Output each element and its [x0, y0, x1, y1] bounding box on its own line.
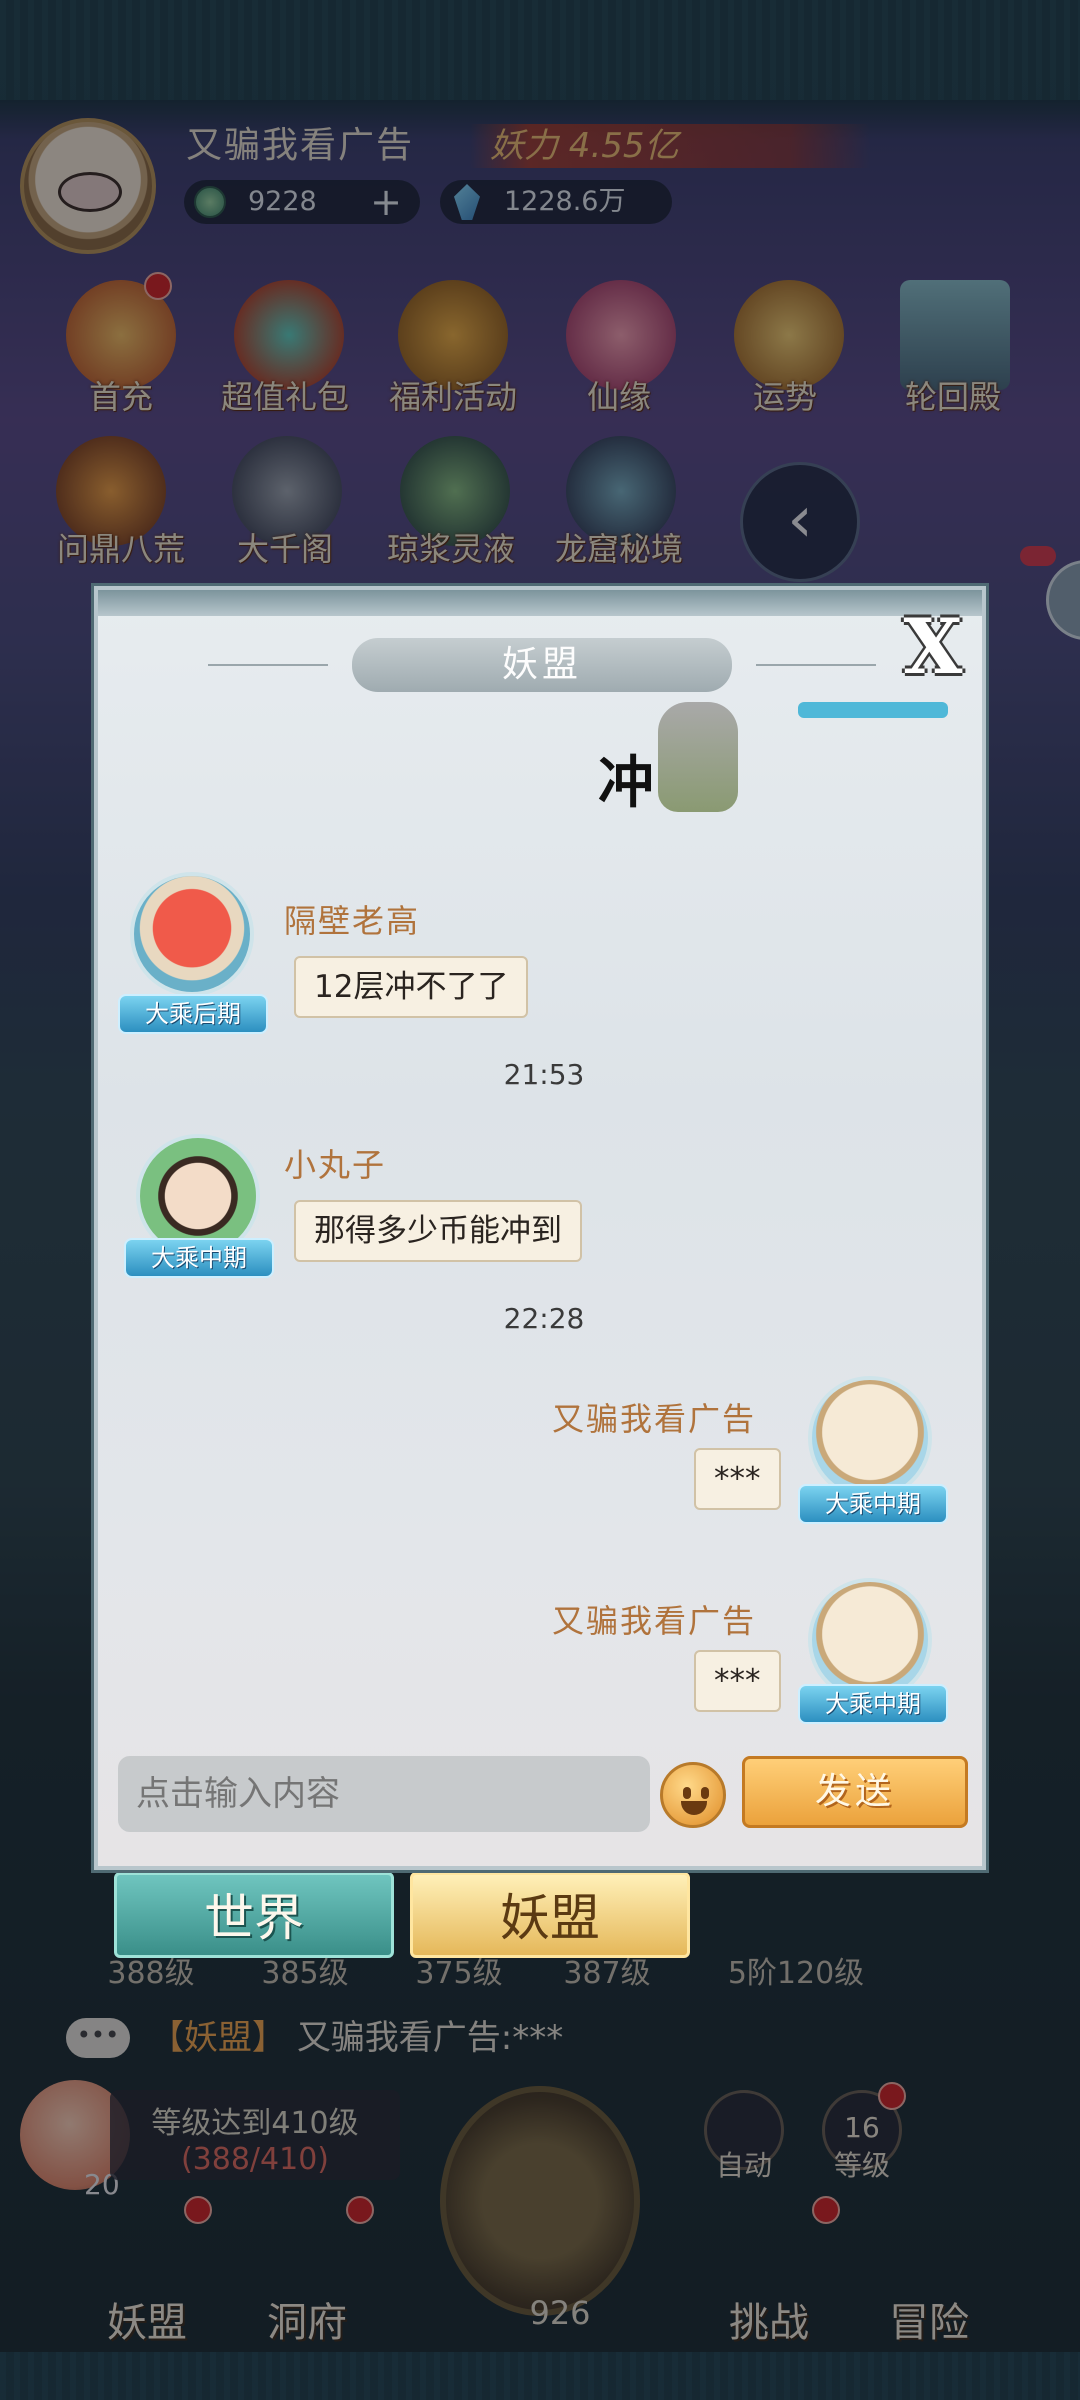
coin-balance[interactable]: 9228 +	[184, 180, 420, 224]
menu-pavilion[interactable]: 大千阁	[200, 524, 370, 570]
menu-elixir[interactable]: 琼浆灵液	[366, 524, 536, 570]
gem-amount: 1228.6万	[504, 186, 626, 217]
chat-preview-bar[interactable]: ••• 【妖盟】 又骗我看广告:***	[60, 2010, 1020, 2066]
timestamp: 22:28	[503, 1302, 585, 1335]
menu-value-gift[interactable]: 超值礼包	[200, 372, 370, 418]
tab-alliance[interactable]: 妖盟	[410, 1872, 690, 1958]
message-bubble: ***	[694, 1650, 781, 1712]
level-label: 等级	[833, 2149, 890, 2182]
menu-contest[interactable]: 问鼎八荒	[36, 524, 206, 570]
rank-badge: 大乘中期	[798, 1484, 948, 1524]
chat-input[interactable]	[118, 1756, 650, 1832]
avatar[interactable]	[808, 1376, 932, 1500]
notification-dot	[184, 2196, 212, 2224]
tab-world[interactable]: 世界	[114, 1872, 394, 1958]
nav-cave-residence[interactable]: 洞府	[232, 2290, 382, 2348]
axe-button[interactable]	[440, 2086, 640, 2316]
add-coin-icon[interactable]: +	[370, 180, 402, 224]
close-button[interactable]: X	[898, 609, 968, 685]
level-goal-panel: 等级达到410级 (388/410)	[110, 2090, 400, 2180]
sticker-rank-badge	[798, 702, 948, 718]
level-goal-text: 等级达到410级	[151, 2106, 359, 2141]
axe-count: 926	[529, 2294, 591, 2332]
pig-face-icon	[58, 172, 122, 212]
dialog-title: 妖盟	[352, 638, 732, 692]
rank-badge: 大乘中期	[124, 1238, 274, 1278]
message-bubble: 12层冲不了了	[294, 956, 529, 1018]
emoji-button[interactable]	[660, 1762, 726, 1828]
notification-dot	[144, 272, 172, 300]
sticker-figure-icon	[658, 702, 738, 812]
nav-adventure[interactable]: 冒险	[854, 2290, 1004, 2348]
collapse-menu-button[interactable]: ‹	[740, 462, 860, 582]
chat-preview-tag: 【妖盟】	[150, 2018, 286, 2058]
sender-name: 小丸子	[284, 1146, 387, 1184]
dialog-header-bar	[98, 590, 982, 616]
emoji-icon	[683, 1787, 691, 1799]
coin-icon	[194, 186, 226, 218]
send-button[interactable]: 发送	[742, 1756, 968, 1828]
menu-fortune[interactable]: 运势	[700, 372, 870, 418]
level-goal-progress: (388/410)	[180, 2142, 330, 2177]
menu-dragon-cave[interactable]: 龙窟秘境	[534, 524, 704, 570]
menu-fate[interactable]: 仙缘	[534, 372, 704, 418]
power-banner: 妖力 4.55亿	[470, 124, 870, 168]
bottom-decor-strip	[0, 2352, 1080, 2400]
sticker-text: 冲	[598, 750, 654, 816]
nav-challenge[interactable]: 挑战	[694, 2290, 844, 2348]
title-divider	[756, 664, 876, 666]
notification-dot	[346, 2196, 374, 2224]
emoji-icon	[681, 1801, 707, 1815]
sender-name: 又骗我看广告	[552, 1602, 757, 1640]
gem-icon	[454, 184, 480, 220]
sender-name: 隔壁老高	[284, 902, 421, 940]
nav-alliance[interactable]: 妖盟	[72, 2290, 222, 2348]
gem-balance[interactable]: 1228.6万	[440, 180, 672, 224]
side-notification-dot	[1020, 546, 1056, 566]
rank-badge: 大乘中期	[798, 1684, 948, 1724]
top-decor-strip	[0, 0, 1080, 100]
timestamp: 21:53	[503, 1058, 585, 1091]
slot-level: 5阶120级	[727, 1956, 865, 1991]
message-bubble: 那得多少币能冲到	[294, 1200, 582, 1262]
notification-dot	[878, 2082, 906, 2110]
avatar[interactable]	[130, 872, 254, 996]
notification-dot	[812, 2196, 840, 2224]
menu-reincarnation[interactable]: 轮回殿	[868, 372, 1038, 418]
chat-preview-text: 又骗我看广告:***	[296, 2018, 564, 2058]
sticker-message: 冲	[598, 702, 778, 822]
menu-welfare[interactable]: 福利活动	[368, 372, 538, 418]
auto-label: 自动	[715, 2149, 772, 2182]
message-bubble: ***	[694, 1448, 781, 1510]
sender-name: 又骗我看广告	[552, 1400, 757, 1438]
title-divider	[208, 664, 328, 666]
alliance-chat-dialog: 妖盟 X 冲 大乘后期 隔壁老高 12层冲不了了 21:53 大乘中期 小丸子 …	[94, 586, 986, 1870]
chat-bubble-icon: •••	[66, 2018, 130, 2058]
menu-first-charge[interactable]: 首充	[36, 372, 206, 418]
coin-amount: 9228	[248, 186, 317, 217]
player-name: 又骗我看广告	[186, 125, 415, 166]
player-avatar[interactable]	[20, 118, 156, 254]
rank-badge: 大乘后期	[118, 994, 268, 1034]
emoji-icon	[701, 1787, 709, 1799]
